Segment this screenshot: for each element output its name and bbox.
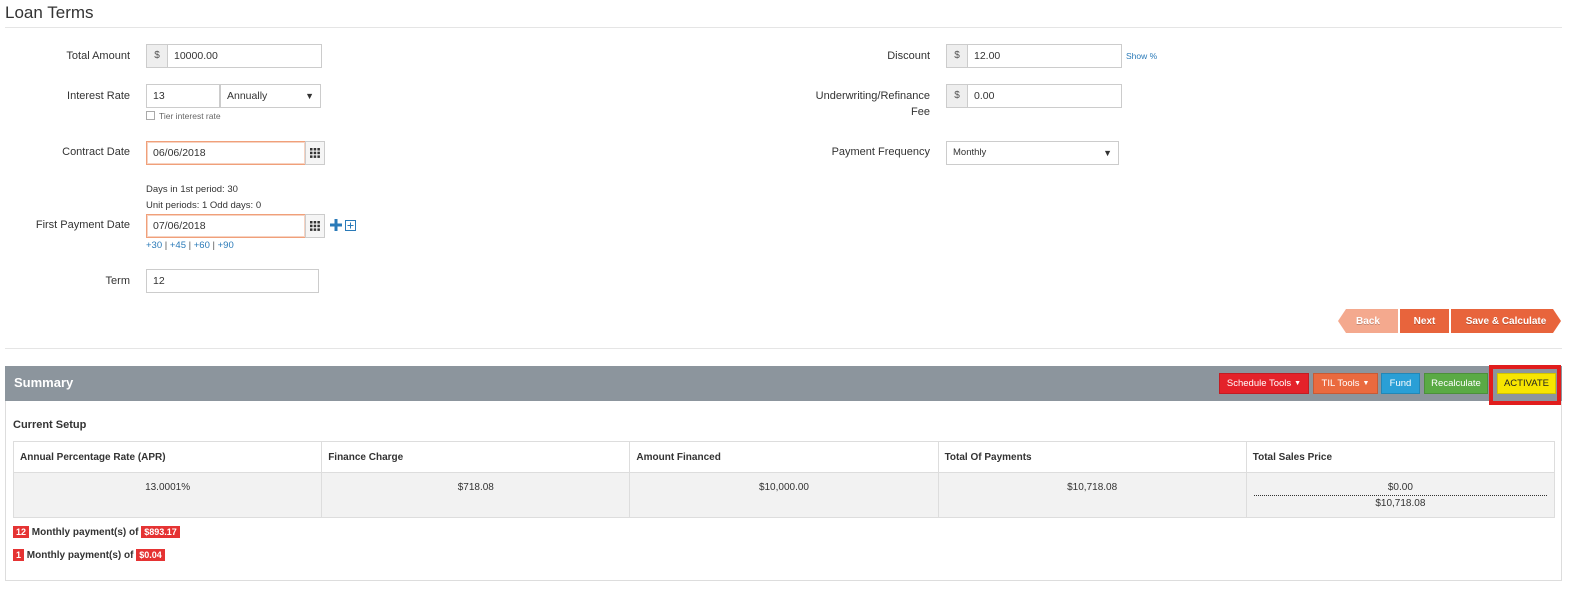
underwriting-fee-label-2: Fee [911, 106, 930, 118]
contract-date-label: Contract Date [62, 146, 130, 158]
finance-charge-value: $718.08 [321, 472, 631, 518]
add-payment-icon[interactable] [330, 219, 342, 234]
show-percent-link[interactable]: Show % [1126, 51, 1157, 61]
term-input[interactable]: 12 [146, 269, 319, 293]
section-divider [5, 348, 1562, 349]
payment-text: Monthly payment(s) of [26, 550, 134, 561]
expand-box-icon[interactable] [345, 220, 356, 234]
page-title: Loan Terms [5, 3, 94, 22]
interest-rate-label: Interest Rate [67, 90, 130, 102]
tier-interest-label: Tier interest rate [159, 111, 221, 121]
first-payment-calendar-button[interactable] [305, 214, 325, 238]
save-calculate-button[interactable]: Save & Calculate [1451, 309, 1561, 333]
schedule-tools-label: Schedule Tools [1226, 378, 1292, 389]
discount-currency: $ [946, 44, 968, 68]
title-divider [5, 27, 1562, 28]
calendar-icon [310, 221, 320, 231]
quick-link-90[interactable]: +90 [218, 240, 234, 251]
payment-text: Monthly payment(s) of [31, 527, 139, 538]
sales-price-bottom: $10,718.08 [1375, 498, 1426, 509]
payment-count-badge: 12 [13, 526, 30, 538]
payment-amount-badge: $893.17 [141, 526, 180, 538]
total-of-payments-value: $10,718.08 [937, 472, 1247, 518]
quick-link-30[interactable]: +30 [146, 240, 162, 251]
payment-frequency-select[interactable]: Monthly ▼ [946, 141, 1119, 165]
payment-line-2: 1 Monthly payment(s) of $0.04 [13, 549, 165, 561]
summary-table: Annual Percentage Rate (APR) Finance Cha… [12, 441, 1556, 518]
summary-title: Summary [14, 375, 74, 390]
chevron-down-icon: ▼ [1103, 148, 1112, 158]
caret-down-icon: ▼ [1362, 380, 1370, 387]
total-amount-input[interactable]: 10000.00 [167, 44, 322, 68]
interest-rate-input[interactable]: 13 [146, 84, 220, 108]
activate-button[interactable]: ACTIVATE [1497, 373, 1556, 394]
discount-input[interactable]: 12.00 [967, 44, 1122, 68]
current-setup-heading: Current Setup [13, 419, 87, 431]
apr-value: 13.0001% [12, 472, 323, 518]
total-amount-label: Total Amount [66, 50, 130, 62]
til-tools-label: TIL Tools [1321, 378, 1360, 389]
col-total-of-payments: Total Of Payments [937, 441, 1247, 473]
col-finance-charge: Finance Charge [321, 441, 631, 473]
chevron-down-icon: ▼ [305, 91, 314, 101]
total-amount-currency: $ [146, 44, 168, 68]
next-button[interactable]: Next [1400, 309, 1449, 333]
table-header-row: Annual Percentage Rate (APR) Finance Cha… [12, 441, 1556, 473]
back-button[interactable]: Back [1338, 309, 1398, 333]
payment-frequency-value: Monthly [953, 147, 987, 158]
discount-label: Discount [887, 50, 930, 62]
tier-interest-checkbox[interactable] [146, 111, 155, 120]
col-total-sales-price: Total Sales Price [1245, 441, 1556, 473]
total-sales-price-cell: $0.00 $10,718.08 [1245, 472, 1556, 518]
payment-count-badge: 1 [13, 549, 25, 561]
payment-line-1: 12 Monthly payment(s) of $893.17 [13, 526, 180, 538]
schedule-tools-button[interactable]: Schedule Tools ▼ [1219, 373, 1309, 394]
amount-financed-value: $10,000.00 [629, 472, 939, 518]
interest-period-select[interactable]: Annually ▼ [220, 84, 321, 108]
table-row: 13.0001% $718.08 $10,000.00 $10,718.08 $… [12, 472, 1556, 518]
col-amount-financed: Amount Financed [629, 441, 939, 473]
term-label: Term [105, 275, 130, 287]
quick-date-links: +30 | +45 | +60 | +90 [146, 240, 234, 251]
sales-price-top: $0.00 [1253, 482, 1547, 496]
days-first-period: Days in 1st period: 30 [146, 184, 238, 195]
payment-frequency-label: Payment Frequency [831, 146, 930, 158]
fund-button[interactable]: Fund [1381, 373, 1420, 394]
contract-date-calendar-button[interactable] [305, 141, 325, 165]
payment-amount-badge: $0.04 [136, 549, 165, 561]
interest-period-value: Annually [227, 90, 268, 102]
quick-link-60[interactable]: +60 [194, 240, 210, 251]
underwriting-fee-label-1: Underwriting/Refinance [815, 90, 930, 102]
underwriting-fee-currency: $ [946, 84, 968, 108]
col-apr: Annual Percentage Rate (APR) [12, 441, 323, 473]
unit-periods-info: Unit periods: 1 Odd days: 0 [146, 200, 262, 211]
calendar-icon [310, 148, 320, 158]
recalculate-button[interactable]: Recalculate [1424, 373, 1488, 394]
contract-date-input[interactable]: 06/06/2018 [146, 141, 306, 165]
caret-down-icon: ▼ [1294, 380, 1302, 387]
first-payment-date-input[interactable]: 07/06/2018 [146, 214, 306, 238]
til-tools-button[interactable]: TIL Tools ▼ [1313, 373, 1378, 394]
quick-link-45[interactable]: +45 [170, 240, 186, 251]
first-payment-date-label: First Payment Date [35, 219, 130, 231]
underwriting-fee-input[interactable]: 0.00 [967, 84, 1122, 108]
